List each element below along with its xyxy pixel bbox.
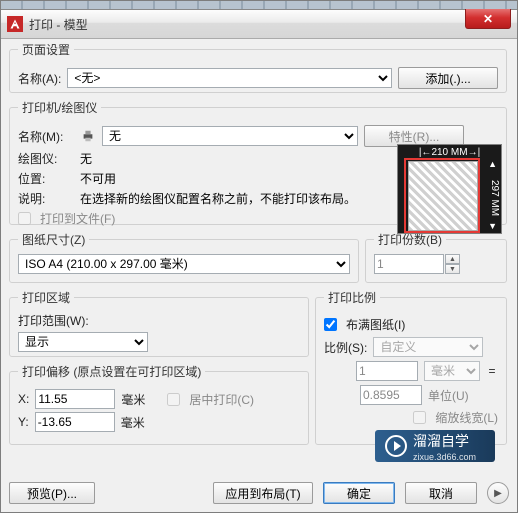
legend-offset: 打印偏移 (原点设置在可打印区域) xyxy=(18,363,205,380)
close-icon: ✕ xyxy=(483,12,493,26)
label-offset-x-unit: 毫米 xyxy=(121,391,145,408)
print-dialog: 打印 - 模型 ✕ 页面设置 名称(A): <无> 添加(.)... 打印机/绘… xyxy=(0,0,518,513)
printer-icon xyxy=(80,129,96,143)
legend-paper-size: 图纸尺寸(Z) xyxy=(18,231,89,248)
label-offset-y-unit: 毫米 xyxy=(121,414,145,431)
button-apply-layout[interactable]: 应用到布局(T) xyxy=(213,482,313,504)
select-print-what[interactable]: 显示 xyxy=(18,332,148,352)
select-pagesetup-name[interactable]: <无> xyxy=(67,68,392,88)
input-scale-den[interactable] xyxy=(360,385,422,405)
label-offset-x: X: xyxy=(18,392,29,406)
label-description: 说明: xyxy=(18,190,74,207)
footer: 预览(P)... 应用到布局(T) 确定 取消 ▶ xyxy=(9,478,509,504)
value-description: 在选择新的绘图仪配置名称之前，不能打印该布局。 xyxy=(80,190,380,207)
button-add-pagesetup[interactable]: 添加(.)... xyxy=(398,67,498,89)
fieldset-scale: 打印比例 布满图纸(I) 比例(S): 自定义 毫米 = 单位(U) xyxy=(315,289,507,445)
checkbox-print-to-file[interactable] xyxy=(18,212,31,225)
select-scale[interactable]: 自定义 xyxy=(373,337,483,357)
checkbox-scale-lineweights[interactable] xyxy=(413,411,426,424)
button-cancel[interactable]: 取消 xyxy=(405,482,477,504)
window-title: 打印 - 模型 xyxy=(29,16,88,33)
dialog-body: 页面设置 名称(A): <无> 添加(.)... 打印机/绘图仪 名称(M): xyxy=(9,41,509,504)
value-position: 不可用 xyxy=(80,170,116,187)
input-offset-y[interactable] xyxy=(35,412,115,432)
copies-spin-up[interactable]: ▲ xyxy=(445,254,460,264)
checkbox-fit-to-paper[interactable] xyxy=(324,318,337,331)
label-print-to-file: 打印到文件(F) xyxy=(40,210,115,227)
label-printer-name: 名称(M): xyxy=(18,128,74,145)
label-pagesetup-name: 名称(A): xyxy=(18,70,61,87)
fieldset-copies: 打印份数(B) ▲ ▼ xyxy=(365,231,507,283)
fieldset-printer: 打印机/绘图仪 名称(M): 无 特性(R)... 绘图仪: 无 位置: 不可用 xyxy=(9,99,507,225)
label-fit-to-paper: 布满图纸(I) xyxy=(346,316,405,333)
legend-scale: 打印比例 xyxy=(324,289,380,306)
close-button[interactable]: ✕ xyxy=(465,9,511,29)
label-position: 位置: xyxy=(18,170,74,187)
brand-name: 溜溜自学 xyxy=(413,431,476,451)
label-scale: 比例(S): xyxy=(324,339,367,356)
preview-width-label: |←210 MM→| xyxy=(398,147,501,158)
expand-button[interactable]: ▶ xyxy=(487,482,509,504)
select-paper-size[interactable]: ISO A4 (210.00 x 297.00 毫米) xyxy=(18,254,350,274)
label-scale-lineweights: 缩放线宽(L) xyxy=(435,409,498,426)
chevron-right-icon: ▶ xyxy=(494,488,502,499)
legend-page-setup: 页面设置 xyxy=(18,41,74,58)
value-plotter: 无 xyxy=(80,150,92,167)
checkbox-center[interactable] xyxy=(167,393,180,406)
label-equals: = xyxy=(486,364,498,378)
label-plotter: 绘图仪: xyxy=(18,150,74,167)
legend-printer: 打印机/绘图仪 xyxy=(18,99,101,116)
titlebar: 打印 - 模型 ✕ xyxy=(1,10,517,39)
select-scale-unit[interactable]: 毫米 xyxy=(424,361,480,381)
fieldset-offset: 打印偏移 (原点设置在可打印区域) X: 毫米 居中打印(C) Y: 毫米 xyxy=(9,363,309,445)
label-print-what: 打印范围(W): xyxy=(18,312,300,329)
app-icon xyxy=(7,16,23,32)
button-ok[interactable]: 确定 xyxy=(323,482,395,504)
label-units: 单位(U) xyxy=(428,387,498,404)
label-center: 居中打印(C) xyxy=(189,391,254,408)
brand-sub: zixue.3d66.com xyxy=(413,452,476,462)
input-scale-num[interactable] xyxy=(356,361,418,381)
play-icon xyxy=(385,435,407,457)
legend-copies: 打印份数(B) xyxy=(374,231,446,248)
paper-preview: |←210 MM→| 297 MM ▲ ▼ xyxy=(397,144,502,234)
fieldset-page-setup: 页面设置 名称(A): <无> 添加(.)... xyxy=(9,41,507,93)
input-offset-x[interactable] xyxy=(35,389,115,409)
button-preview[interactable]: 预览(P)... xyxy=(9,482,95,504)
fieldset-print-area: 打印区域 打印范围(W): 显示 xyxy=(9,289,309,357)
label-offset-y: Y: xyxy=(18,415,29,429)
brand-watermark: 溜溜自学 zixue.3d66.com xyxy=(375,430,495,462)
legend-print-area: 打印区域 xyxy=(18,289,74,306)
window-top-glass xyxy=(1,1,517,10)
preview-sheet xyxy=(408,161,478,231)
copies-spin-down[interactable]: ▼ xyxy=(445,264,460,274)
input-copies[interactable] xyxy=(374,254,444,274)
select-printer-name[interactable]: 无 xyxy=(102,126,358,146)
fieldset-paper-size: 图纸尺寸(Z) ISO A4 (210.00 x 297.00 毫米) xyxy=(9,231,359,283)
